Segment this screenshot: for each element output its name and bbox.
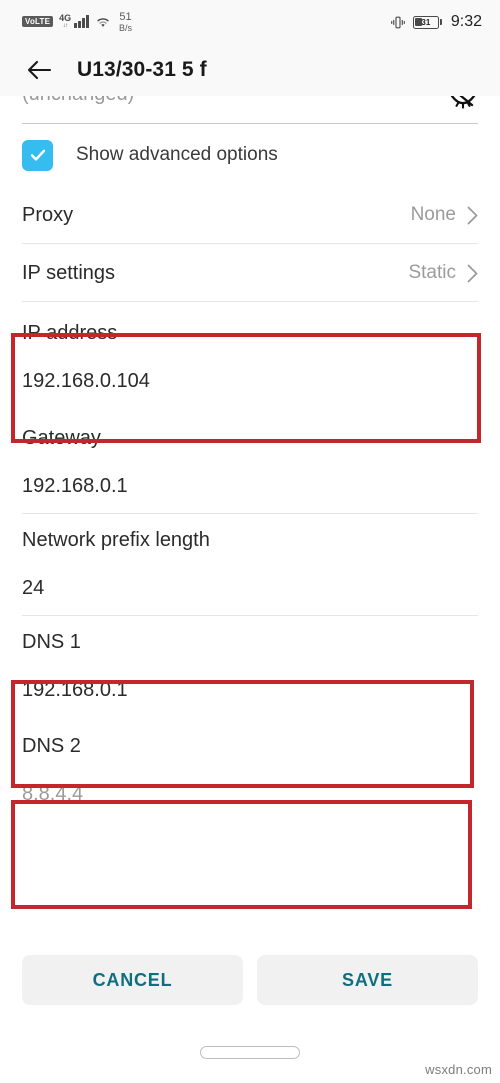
battery-percent-label: 31 [421,17,431,27]
password-underline [22,123,478,124]
ip-settings-label: IP settings [22,261,116,284]
field-dns-1[interactable]: DNS 1 192.168.0.1 [0,616,500,720]
eye-off-icon[interactable] [448,96,478,110]
action-button-bar: CANCEL SAVE [0,955,500,1005]
status-bar-right: 31 9:32 [390,13,482,31]
show-advanced-options-label: Show advanced options [76,144,278,165]
field-gateway[interactable]: Gateway 192.168.0.1 [0,413,500,514]
gateway-input[interactable]: 192.168.0.1 [22,474,478,498]
app-bar: U13/30-31 5 f [0,44,500,96]
watermark: wsxdn.com [425,1062,492,1077]
advanced-options-checkbox[interactable] [22,139,53,171]
home-gesture-pill[interactable] [200,1045,300,1059]
checkmark-icon [28,145,48,165]
data-rate-value: 51 [119,10,132,23]
proxy-value-group: None [411,204,478,226]
field-network-prefix-length[interactable]: Network prefix length 24 [0,514,500,616]
cancel-button[interactable]: CANCEL [22,955,243,1005]
show-advanced-options-row[interactable]: Show advanced options [0,124,500,186]
password-placeholder-text: (unchanged) [22,96,134,106]
data-rate-indicator: 51 B/s [119,11,132,34]
back-arrow-icon [26,59,52,81]
settings-form: (unchanged) Show advanced options [0,96,500,1016]
ip-address-input[interactable]: 192.168.0.104 [22,369,478,393]
save-button[interactable]: SAVE [257,955,478,1005]
status-bar-left: VoLTE 4G ↓↑ 51 B/s [22,11,132,34]
chevron-right-icon [467,206,478,225]
gateway-label: Gateway [22,427,101,449]
back-button[interactable] [22,53,56,87]
proxy-label: Proxy [22,203,74,226]
page-title: U13/30-31 5 f [77,58,207,81]
status-bar: VoLTE 4G ↓↑ 51 B/s 31 9:32 [0,0,500,44]
network-generation-indicator: 4G ↓↑ [59,13,72,30]
network-traffic-arrows: ↓↑ [62,23,69,30]
field-ip-address[interactable]: IP address 192.168.0.104 [0,302,500,413]
proxy-value: None [410,204,456,225]
signal-bars-icon [74,15,90,29]
dns-1-label: DNS 1 [22,631,81,653]
wifi-icon [95,15,111,28]
network-generation-label: 4G [59,13,72,24]
ip-settings-value: Static [408,262,456,283]
chevron-right-icon [467,264,478,283]
password-field-clipped[interactable]: (unchanged) [0,96,500,124]
battery-icon: 31 [412,15,442,29]
field-dns-2[interactable]: DNS 2 8.8.4.4 [0,720,500,824]
network-prefix-length-label: Network prefix length [22,529,210,551]
setting-row-proxy[interactable]: Proxy None [0,186,500,244]
ip-address-label: IP address [22,322,118,344]
ip-settings-value-group: Static [408,262,478,284]
dns-1-input[interactable]: 192.168.0.1 [22,678,478,702]
data-rate-unit: B/s [119,23,133,34]
volte-icon: VoLTE [22,16,54,28]
status-bar-clock: 9:32 [450,13,482,30]
dns-2-label: DNS 2 [22,735,81,757]
vibrate-icon [390,15,406,30]
phone-screen: VoLTE 4G ↓↑ 51 B/s 31 9:32 U13/30-31 5 f… [0,0,500,1083]
setting-row-ip-settings[interactable]: IP settings Static [0,244,500,302]
network-prefix-length-input[interactable]: 24 [22,576,478,600]
dns-2-input[interactable]: 8.8.4.4 [22,782,478,806]
